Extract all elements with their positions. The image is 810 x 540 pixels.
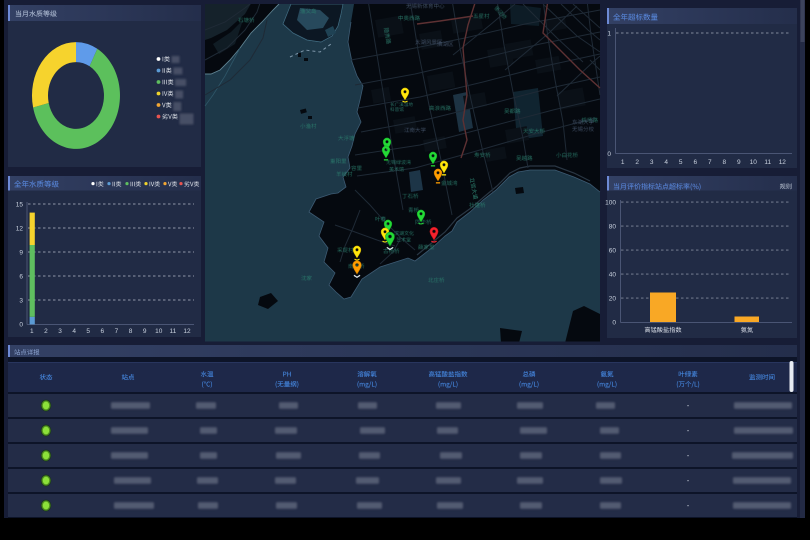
svg-text:6: 6 — [101, 328, 105, 335]
svg-text:3: 3 — [58, 328, 62, 335]
svg-text:12: 12 — [779, 159, 787, 166]
svg-text:100: 100 — [605, 199, 616, 206]
svg-text:9: 9 — [737, 159, 741, 166]
svg-text:9: 9 — [143, 328, 147, 335]
svg-text:12: 12 — [16, 225, 24, 232]
svg-text:20: 20 — [609, 295, 617, 302]
svg-text:3: 3 — [650, 159, 654, 166]
svg-text:7: 7 — [708, 159, 712, 166]
svg-text:0: 0 — [607, 151, 611, 158]
svg-text:1: 1 — [621, 159, 625, 166]
svg-text:1: 1 — [607, 31, 611, 38]
svg-text:9: 9 — [19, 249, 23, 256]
svg-text:7: 7 — [115, 328, 119, 335]
svg-text:2: 2 — [44, 328, 48, 335]
svg-text:2: 2 — [635, 159, 639, 166]
svg-text:6: 6 — [693, 159, 697, 166]
svg-text:11: 11 — [170, 328, 177, 335]
svg-text:3: 3 — [19, 297, 23, 304]
svg-text:4: 4 — [664, 159, 668, 166]
svg-text:4: 4 — [72, 328, 76, 335]
svg-text:15: 15 — [16, 201, 24, 208]
svg-text:8: 8 — [722, 159, 726, 166]
svg-text:0: 0 — [19, 321, 23, 328]
svg-text:5: 5 — [86, 328, 90, 335]
svg-text:11: 11 — [764, 159, 771, 166]
svg-text:5: 5 — [679, 159, 683, 166]
svg-text:10: 10 — [750, 159, 758, 166]
svg-text:60: 60 — [609, 247, 617, 254]
svg-text:12: 12 — [183, 328, 191, 335]
svg-text:6: 6 — [19, 273, 23, 280]
svg-text:10: 10 — [155, 328, 163, 335]
svg-text:80: 80 — [609, 223, 617, 230]
svg-text:8: 8 — [129, 328, 133, 335]
svg-text:1: 1 — [30, 328, 34, 335]
svg-text:0: 0 — [612, 319, 616, 326]
svg-text:40: 40 — [609, 271, 617, 278]
